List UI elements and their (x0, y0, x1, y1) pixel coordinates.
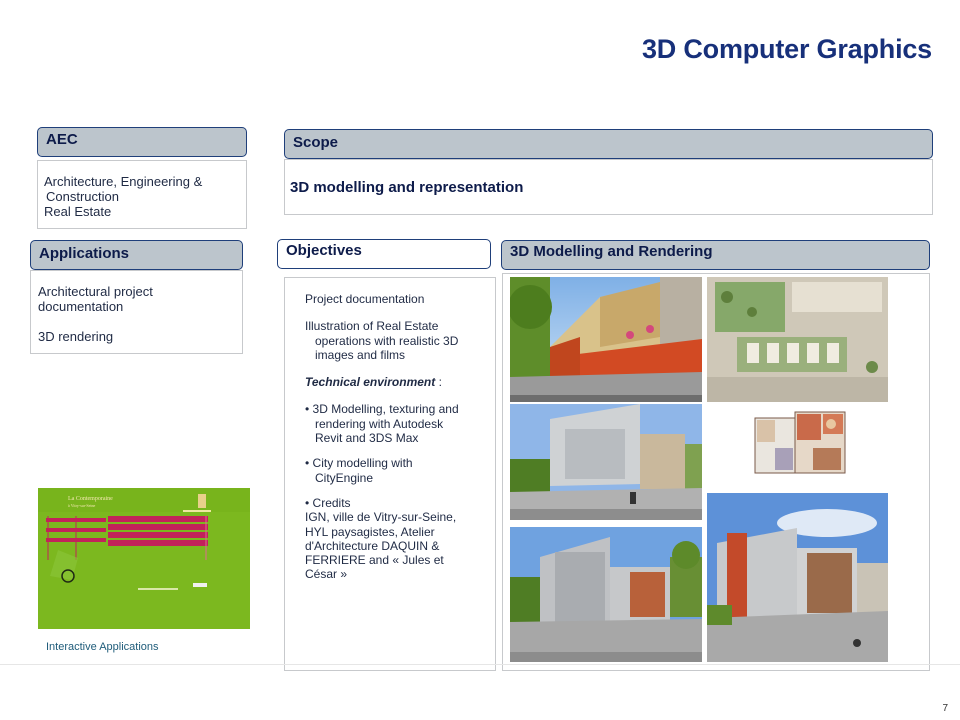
bullet-modelling-l3: Revit and 3DS Max (315, 431, 419, 446)
city-block-render-image (510, 404, 702, 520)
scope-header: Scope (284, 129, 933, 159)
rendering-header-label: 3D Modelling and Rendering (510, 243, 713, 260)
aec-line2: Construction (46, 189, 119, 204)
credits-l2: HYL paysagistes, Atelier (305, 524, 435, 539)
residential-render-image (510, 527, 702, 662)
bullet-icon: • (305, 456, 310, 471)
credits-l1: IGN, ville de Vitry-sur-Seine, (305, 510, 457, 525)
bullet-credits: • Credits (305, 496, 495, 510)
objectives-header: Objectives (277, 239, 491, 269)
objective-illustration-l2: operations with realistic 3D (315, 333, 459, 348)
aec-line3: Real Estate (44, 204, 112, 219)
interactive-app-screenshot: La Contemporaine à Vitry-sur-Seine (38, 488, 250, 629)
footer-divider (0, 664, 960, 665)
aec-header-label: AEC (46, 131, 78, 148)
technical-environment-colon: : (435, 375, 442, 390)
bullet-modelling-l2: rendering with Autodesk (315, 416, 444, 431)
bullet-city-l1: City modelling with (312, 456, 413, 471)
objectives-header-label: Objectives (286, 242, 362, 259)
floor-plan-image (753, 408, 849, 476)
bullet-modelling: • 3D Modelling, texturing and (305, 402, 495, 416)
aec-header: AEC (37, 127, 247, 157)
applications-line1: Architectural project (38, 284, 153, 299)
scope-body: 3D modelling and representation (290, 179, 524, 196)
scope-header-label: Scope (293, 134, 339, 151)
objectives-box: Project documentation Illustration of Re… (284, 277, 496, 671)
corner-building-render-image (707, 493, 888, 662)
site-plan-image (707, 277, 888, 402)
street-render-image (510, 277, 702, 402)
applications-header-label: Applications (39, 245, 130, 262)
objective-illustration-l1: Illustration of Real Estate (305, 319, 439, 334)
credits-l4: FERRIERE and « Jules et (305, 553, 444, 568)
applications-line2: documentation (38, 299, 124, 314)
page-number: 7 (942, 703, 948, 714)
page-title: 3D Computer Graphics (641, 34, 932, 64)
bullet-icon: • (305, 402, 310, 417)
objective-illustration: Illustration of Real Estate (305, 319, 495, 333)
applications-line3: 3D rendering (38, 329, 114, 344)
applications-header: Applications (30, 240, 243, 270)
objective-illustration-l3: images and films (315, 347, 406, 362)
bullet-modelling-l1: 3D Modelling, texturing and (312, 402, 459, 417)
bullet-icon: • (305, 495, 310, 510)
interactive-apps-caption: Interactive Applications (46, 641, 159, 653)
svg-text:à Vitry-sur-Seine: à Vitry-sur-Seine (68, 503, 95, 508)
credits-l3: d'Architecture DAQUIN & (305, 538, 440, 553)
objective-project-doc: Project documentation (305, 292, 425, 306)
rendering-header: 3D Modelling and Rendering (501, 240, 930, 270)
aec-line1: Architecture, Engineering & (44, 174, 203, 189)
aec-box: Architecture, Engineering & Construction… (37, 160, 247, 229)
bullet-city: • City modelling with (305, 456, 495, 470)
technical-environment: Technical environment : (305, 375, 495, 389)
bullet-credits-label: Credits (312, 495, 351, 510)
scope-box: 3D modelling and representation (284, 159, 933, 215)
credits-l5: César » (305, 567, 348, 582)
svg-text:La Contemporaine: La Contemporaine (68, 496, 113, 502)
bullet-city-l2: CityEngine (315, 470, 374, 485)
applications-box: Architectural project documentation 3D r… (30, 270, 243, 354)
technical-environment-label: Technical environment (305, 375, 436, 390)
